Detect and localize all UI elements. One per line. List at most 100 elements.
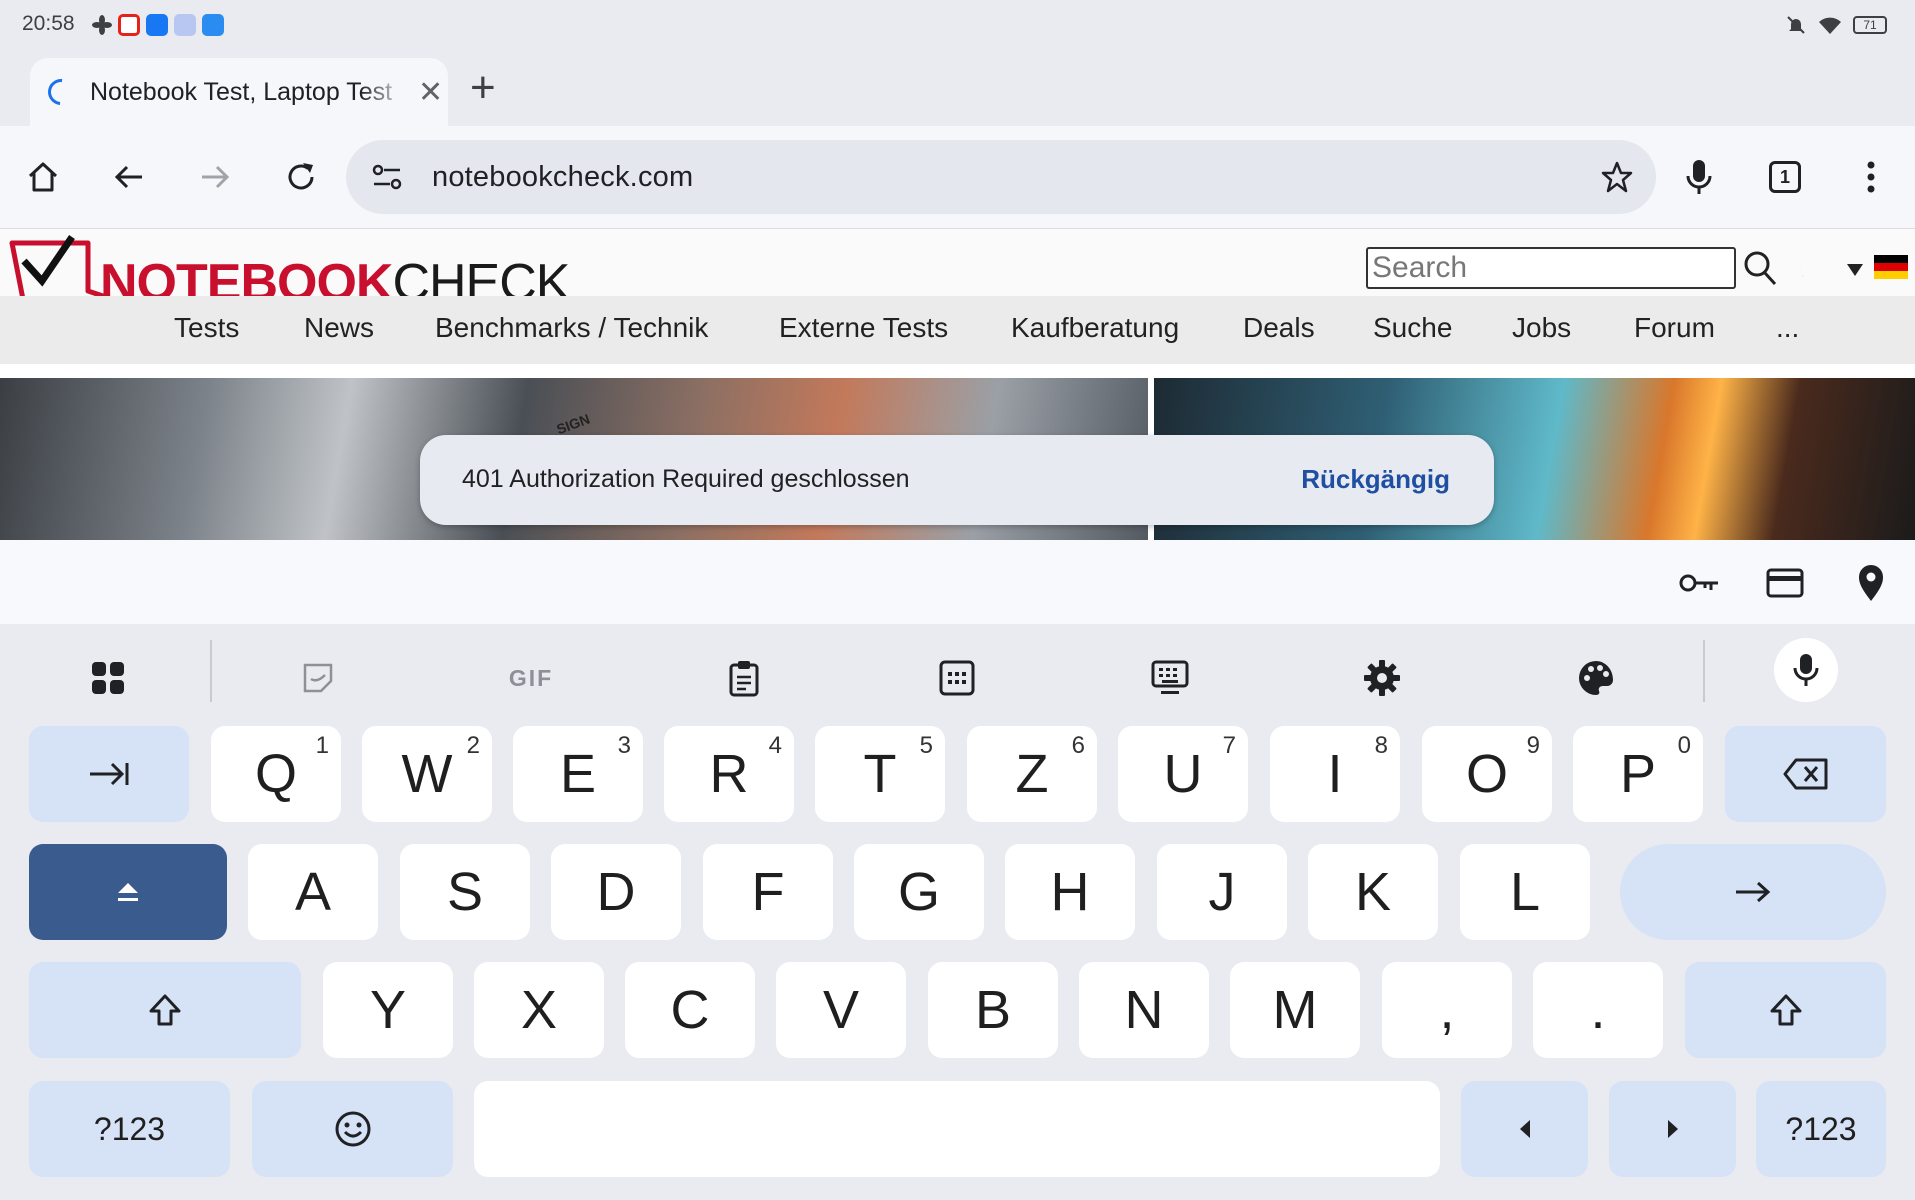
key-u[interactable]: U7 [1118,726,1248,822]
sticker-button[interactable] [288,648,348,708]
next-key[interactable] [1620,844,1886,940]
on-screen-keyboard: GIF Q1 W2 E3 R4 T5 Z6 U7 I8 O9 P0 A S D … [0,624,1915,1200]
nav-item-externe-tests[interactable]: Externe Tests [779,312,948,344]
close-icon[interactable]: ✕ [418,75,443,110]
key-label: R [709,744,749,804]
key-label: A [294,862,332,922]
key-a[interactable]: A [248,844,378,940]
numpad-button[interactable] [927,648,987,708]
forward-button[interactable] [190,152,240,202]
key-o[interactable]: O9 [1422,726,1552,822]
key-comma[interactable]: , [1382,962,1512,1058]
key-w[interactable]: W2 [362,726,492,822]
apps-button[interactable] [78,648,138,708]
key-label: F [751,862,785,922]
key-b[interactable]: B [928,962,1058,1058]
addresses-button[interactable] [1848,560,1894,606]
right-shift-key[interactable] [1685,962,1886,1058]
key-label: Q [254,744,297,804]
key-label: E [559,744,597,804]
star-icon[interactable] [1600,160,1634,194]
credit-card-icon [1766,568,1804,598]
backspace-key[interactable] [1725,726,1886,822]
tab-key[interactable] [29,726,189,822]
microphone-icon [1686,160,1712,194]
nav-item-tests[interactable]: Tests [174,312,239,344]
payment-cards-button[interactable] [1762,560,1808,606]
battery-level: 71 [1863,18,1877,32]
key-label: Y [369,980,407,1040]
space-bar[interactable] [474,1081,1440,1177]
new-tab-button[interactable]: + [470,66,496,110]
key-g[interactable]: G [854,844,984,940]
nav-item-deals[interactable]: Deals [1243,312,1315,344]
back-button[interactable] [104,152,154,202]
search-icon[interactable] [1742,249,1778,287]
tab-arrow-icon [90,762,129,786]
key-q[interactable]: Q1 [211,726,341,822]
autofill-bar [0,540,1915,624]
nav-item-forum[interactable]: Forum [1634,312,1715,344]
nav-item-benchmarks[interactable]: Benchmarks / Technik [435,312,708,344]
key-r[interactable]: R4 [664,726,794,822]
key-y[interactable]: Y [323,962,453,1058]
key-i[interactable]: I8 [1270,726,1400,822]
key-s[interactable]: S [400,844,530,940]
menu-button[interactable] [1846,152,1896,202]
nav-item-kaufberatung[interactable]: Kaufberatung [1011,312,1179,344]
key-label: I [1327,744,1343,804]
loading-spinner-icon [42,73,80,111]
symbols-key-left[interactable]: ?123 [29,1081,230,1177]
voice-input-button[interactable] [1774,638,1838,702]
site-search-input[interactable]: Search [1366,247,1736,289]
dropdown-arrow-icon[interactable] [1846,263,1864,277]
undo-button[interactable]: Rückgängig [1301,464,1450,495]
key-d[interactable]: D [551,844,681,940]
key-c[interactable]: C [625,962,755,1058]
key-e[interactable]: E3 [513,726,643,822]
key-z[interactable]: Z6 [967,726,1097,822]
numpad-icon [939,660,975,696]
key-h[interactable]: H [1005,844,1135,940]
cursor-left-key[interactable] [1461,1081,1588,1177]
key-hint: 9 [1526,732,1540,759]
key-hint: 5 [919,732,933,759]
key-l[interactable]: L [1460,844,1590,940]
clipboard-button[interactable] [714,648,774,708]
nav-item-news[interactable]: News [304,312,374,344]
theme-button[interactable] [1566,648,1626,708]
caps-lock-key[interactable] [29,844,227,940]
key-period[interactable]: . [1533,962,1663,1058]
key-v[interactable]: V [776,962,906,1058]
symbols-key-right[interactable]: ?123 [1756,1081,1886,1177]
undo-snackbar: 401 Authorization Required geschlossen R… [420,435,1494,525]
key-t[interactable]: T5 [815,726,945,822]
passwords-button[interactable] [1676,560,1722,606]
home-button[interactable] [18,152,68,202]
nav-item-more[interactable]: ... [1776,312,1799,344]
active-tab[interactable]: Notebook Test, Laptop Test ✕ [30,58,448,126]
emoji-key[interactable] [252,1081,453,1177]
address-bar[interactable]: notebookcheck.com [346,140,1656,214]
key-j[interactable]: J [1157,844,1287,940]
arrow-left-icon [114,165,142,189]
cursor-right-key[interactable] [1609,1081,1736,1177]
reload-button[interactable] [276,152,326,202]
keyboard-layout-button[interactable] [1140,648,1200,708]
key-k[interactable]: K [1308,844,1438,940]
nav-item-jobs[interactable]: Jobs [1512,312,1571,344]
nav-item-suche[interactable]: Suche [1373,312,1452,344]
key-f[interactable]: F [703,844,833,940]
german-flag-icon[interactable] [1874,255,1908,279]
key-m[interactable]: M [1230,962,1360,1058]
tab-switcher-button[interactable]: 1 [1760,152,1810,202]
left-shift-key[interactable] [29,962,301,1058]
voice-search-button[interactable] [1674,152,1724,202]
settings-button[interactable] [1352,648,1412,708]
key-x[interactable]: X [474,962,604,1058]
dark-mode-icon[interactable] [1796,253,1820,283]
key-n[interactable]: N [1079,962,1209,1058]
site-settings-icon[interactable] [372,163,402,191]
gif-button[interactable]: GIF [500,648,562,708]
key-p[interactable]: P0 [1573,726,1703,822]
